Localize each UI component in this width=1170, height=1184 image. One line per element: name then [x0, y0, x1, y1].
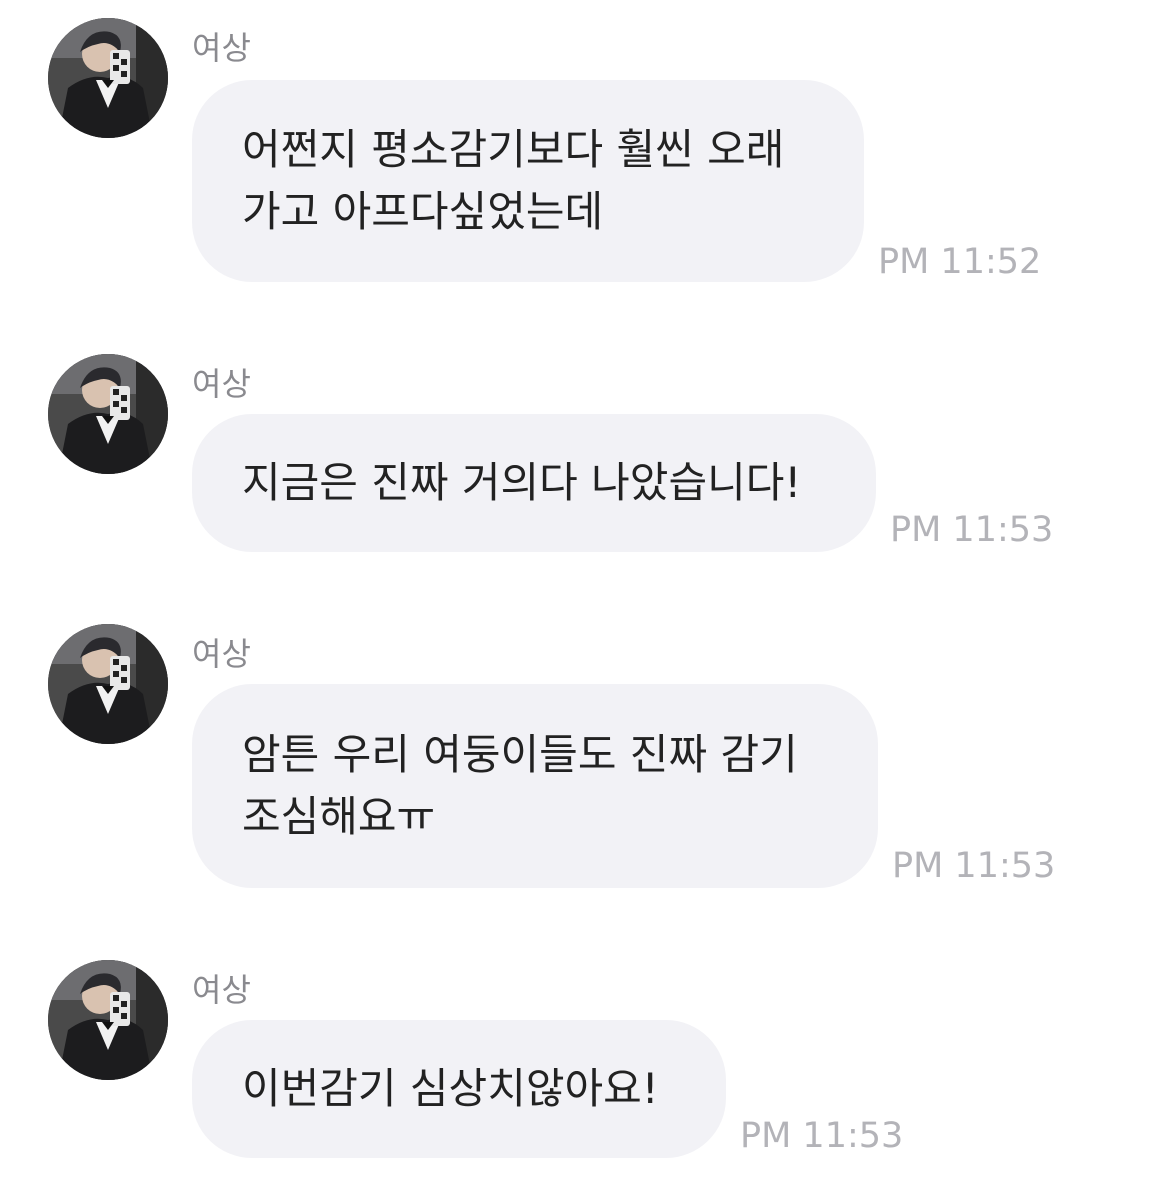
message-row: 여상 암튼 우리 여둥이들도 진짜 감기 조심해요ㅠ PM 11:53 — [0, 624, 1170, 894]
message-bubble[interactable]: 암튼 우리 여둥이들도 진짜 감기 조심해요ㅠ — [192, 684, 878, 888]
message-timestamp: PM 11:53 — [890, 510, 1054, 550]
message-text: 암튼 우리 여둥이들도 진짜 감기 조심해요ㅠ — [242, 730, 798, 841]
avatar[interactable] — [48, 354, 168, 474]
sender-name: 여상 — [192, 365, 251, 403]
message-row: 여상 어쩐지 평소감기보다 훨씬 오래 가고 아프다싶었는데 PM 11:52 — [0, 18, 1170, 288]
message-bubble[interactable]: 이번감기 심상치않아요! — [192, 1020, 726, 1158]
message-text: 어쩐지 평소감기보다 훨씬 오래 가고 아프다싶었는데 — [242, 125, 785, 236]
message-timestamp: PM 11:53 — [740, 1116, 904, 1156]
avatar[interactable] — [48, 624, 168, 744]
sender-name: 여상 — [192, 635, 251, 673]
avatar[interactable] — [48, 18, 168, 138]
message-timestamp: PM 11:52 — [878, 242, 1042, 282]
message-timestamp: PM 11:53 — [892, 846, 1056, 886]
message-row: 여상 이번감기 심상치않아요! PM 11:53 — [0, 960, 1170, 1170]
avatar[interactable] — [48, 960, 168, 1080]
message-bubble[interactable]: 지금은 진짜 거의다 나았습니다! — [192, 414, 876, 552]
message-text: 지금은 진짜 거의다 나았습니다! — [242, 458, 802, 507]
sender-name: 여상 — [192, 29, 251, 67]
chat-thread: 여상 어쩐지 평소감기보다 훨씬 오래 가고 아프다싶었는데 PM 11:52 … — [0, 0, 1170, 1184]
message-row: 여상 지금은 진짜 거의다 나았습니다! PM 11:53 — [0, 354, 1170, 554]
sender-name: 여상 — [192, 971, 251, 1009]
profile-photo-icon — [48, 354, 168, 474]
profile-photo-icon — [48, 960, 168, 1080]
message-text: 이번감기 심상치않아요! — [242, 1064, 659, 1113]
message-bubble[interactable]: 어쩐지 평소감기보다 훨씬 오래 가고 아프다싶었는데 — [192, 80, 864, 282]
profile-photo-icon — [48, 624, 168, 744]
profile-photo-icon — [48, 18, 168, 138]
